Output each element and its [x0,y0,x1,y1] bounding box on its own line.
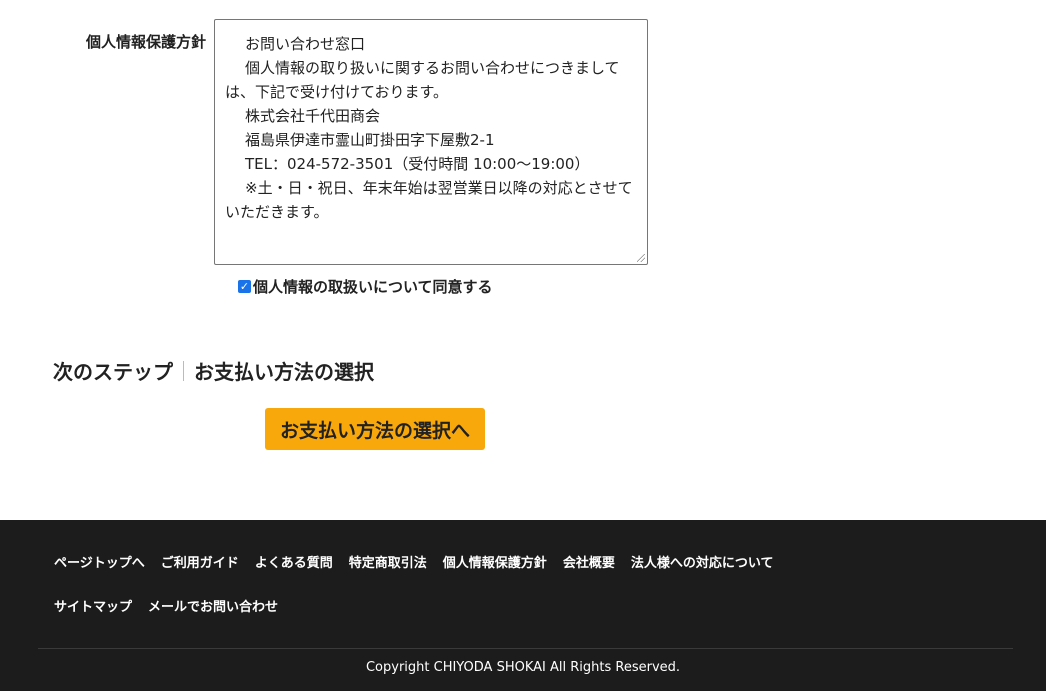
footer-link-sitemap[interactable]: サイトマップ [54,596,132,615]
next-step-prefix: 次のステップ [53,360,173,384]
agree-checkbox[interactable]: ✓ [238,280,251,293]
footer-link-company[interactable]: 会社概要 [563,552,615,571]
footer-links-row-2: サイトマップ メールでお問い合わせ [54,595,854,615]
agree-label: 個人情報の取扱いについて同意する [253,278,493,296]
agree-checkbox-row[interactable]: ✓ 個人情報の取扱いについて同意する [238,276,493,297]
footer-link-contact-email[interactable]: メールでお問い合わせ [148,596,278,615]
next-step-heading: 次のステップ お支払い方法の選択 [53,356,374,385]
copyright: Copyright CHIYODA SHOKAI All Rights Rese… [365,660,681,675]
policy-line: 福島県伊達市霊山町掛田字下屋敷2-1 [245,131,495,149]
footer-link-corporate[interactable]: 法人様への対応について [631,552,774,571]
privacy-policy-textarea[interactable]: お問い合わせ窓口 個人情報の取り扱いに関するお問い合わせにつきましては、下記で受… [214,19,648,265]
checkmark-icon: ✓ [239,280,250,293]
page: 個人情報保護方針 お問い合わせ窓口 個人情報の取り扱いに関するお問い合わせにつき… [0,0,1046,691]
footer-links: ページトップへ ご利用ガイド よくある質問 特定商取引法 個人情報保護方針 会社… [54,551,854,615]
footer-link-faq[interactable]: よくある質問 [255,552,333,571]
next-step-title: お支払い方法の選択 [194,360,374,384]
footer-link-guide[interactable]: ご利用ガイド [161,552,239,571]
footer-links-row-1: ページトップへ ご利用ガイド よくある質問 特定商取引法 個人情報保護方針 会社… [54,551,854,571]
heading-separator [183,360,184,381]
policy-line: 株式会社千代田商会 [245,107,381,125]
footer-link-privacy-policy[interactable]: 個人情報保護方針 [443,552,547,571]
go-to-payment-button[interactable]: お支払い方法の選択へ [265,408,485,450]
footer-divider [38,648,1013,649]
resize-grip-icon[interactable] [637,254,645,262]
policy-line: ※土・日・祝日、年末年始は翌営業日以降の対応とさせていただきます。 [225,179,633,221]
footer-link-commercial-law[interactable]: 特定商取引法 [349,552,427,571]
footer: ページトップへ ご利用ガイド よくある質問 特定商取引法 個人情報保護方針 会社… [0,520,1046,691]
policy-line: 個人情報の取り扱いに関するお問い合わせにつきましては、下記で受け付けております。 [225,59,620,101]
policy-line: TEL：024-572-3501（受付時間 10:00～19:00） [245,155,590,173]
footer-link-page-top[interactable]: ページトップへ [54,552,145,571]
privacy-policy-label: 個人情報保護方針 [85,33,206,51]
policy-line: お問い合わせ窓口 [245,35,366,53]
